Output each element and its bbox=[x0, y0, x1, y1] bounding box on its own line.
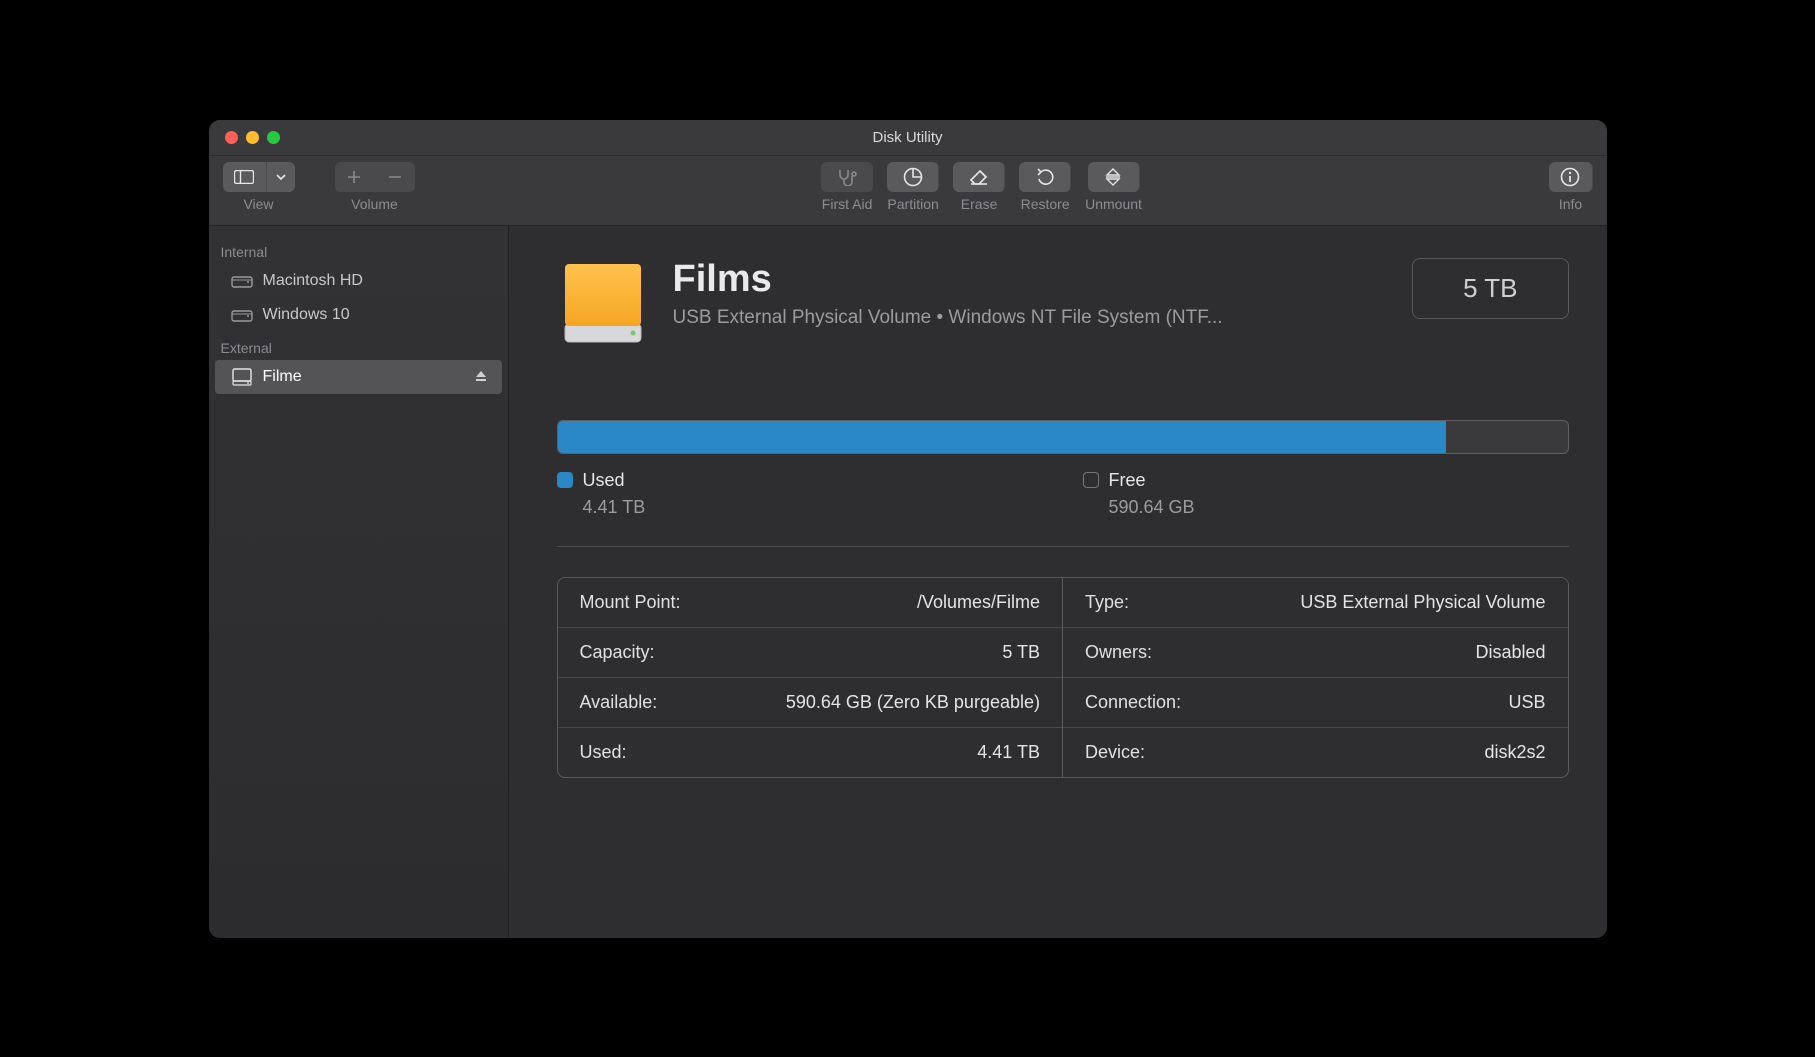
info-value: Disabled bbox=[1475, 642, 1545, 663]
harddrive-icon bbox=[231, 270, 253, 292]
sidebar-item-label: Filme bbox=[263, 368, 302, 386]
restore-label: Restore bbox=[1021, 196, 1070, 212]
sidebar-item-macintosh-hd[interactable]: Macintosh HD bbox=[209, 264, 508, 298]
partition-label: Partition bbox=[887, 196, 938, 212]
toolbar-view-group: View bbox=[223, 162, 295, 212]
unmount-button[interactable] bbox=[1088, 162, 1140, 192]
info-col-left: Mount Point: /Volumes/Filme Capacity: 5 TB A… bbox=[558, 578, 1064, 777]
plus-icon bbox=[347, 170, 361, 184]
info-row: Capacity: 5 TB bbox=[558, 628, 1063, 678]
restore-button[interactable] bbox=[1019, 162, 1071, 192]
partition-button[interactable] bbox=[887, 162, 939, 192]
toolbar-volume-label: Volume bbox=[351, 196, 398, 212]
window: Disk Utility View bbox=[208, 119, 1608, 939]
view-button[interactable] bbox=[223, 162, 295, 192]
erase-label: Erase bbox=[961, 196, 998, 212]
info-key: Device: bbox=[1085, 742, 1145, 763]
first-aid-label: First Aid bbox=[822, 196, 873, 212]
info-key: Available: bbox=[580, 692, 658, 713]
remove-volume-button[interactable] bbox=[375, 162, 415, 192]
usage-free-segment bbox=[1446, 421, 1567, 453]
unmount-icon bbox=[1104, 167, 1122, 187]
sidebar-section-external: External bbox=[209, 332, 508, 360]
sidebar-item-filme[interactable]: Filme bbox=[215, 360, 502, 394]
volume-subtitle: USB External Physical Volume • Windows N… bbox=[673, 307, 1223, 329]
unmount-label: Unmount bbox=[1085, 196, 1142, 212]
legend-used-value: 4.41 TB bbox=[583, 497, 1043, 518]
legend-free-value: 590.64 GB bbox=[1109, 497, 1569, 518]
info-value: USB External Physical Volume bbox=[1300, 592, 1545, 613]
info-row: Owners: Disabled bbox=[1063, 628, 1568, 678]
toolbar-view-label: View bbox=[243, 196, 273, 212]
titlebar: Disk Utility bbox=[209, 120, 1607, 156]
info-row: Connection: USB bbox=[1063, 678, 1568, 728]
info-row: Used: 4.41 TB bbox=[558, 728, 1063, 777]
usage-bar bbox=[557, 420, 1569, 454]
toolbar-volume-group: Volume bbox=[335, 162, 415, 212]
sidebar-item-label: Windows 10 bbox=[263, 306, 350, 324]
swatch-free bbox=[1083, 472, 1099, 488]
swatch-used bbox=[557, 472, 573, 488]
add-volume-button[interactable] bbox=[335, 162, 375, 192]
first-aid-button[interactable] bbox=[821, 162, 873, 192]
partition-icon bbox=[903, 167, 923, 187]
info-col-right: Type: USB External Physical Volume Owners:… bbox=[1063, 578, 1568, 777]
sidebar-section-internal: Internal bbox=[209, 236, 508, 264]
stethoscope-icon bbox=[836, 168, 858, 186]
info-label: Info bbox=[1559, 196, 1582, 212]
info-row: Mount Point: /Volumes/Filme bbox=[558, 578, 1063, 628]
toolbar-center: First Aid Partition Erase Restore bbox=[821, 162, 1142, 212]
info-key: Mount Point: bbox=[580, 592, 681, 613]
volume-title-block: Films USB External Physical Volume • Win… bbox=[673, 258, 1223, 329]
capacity-badge: 5 TB bbox=[1412, 258, 1568, 319]
info-icon bbox=[1560, 167, 1580, 187]
info-value: 590.64 GB (Zero KB purgeable) bbox=[786, 692, 1040, 713]
info-row: Available: 590.64 GB (Zero KB purgeable) bbox=[558, 678, 1063, 728]
erase-button[interactable] bbox=[953, 162, 1005, 192]
info-button[interactable] bbox=[1549, 162, 1593, 192]
info-row: Device: disk2s2 bbox=[1063, 728, 1568, 777]
sidebar: Internal Macintosh HD Windows 10 Externa… bbox=[209, 226, 509, 938]
main-panel: Films USB External Physical Volume • Win… bbox=[509, 226, 1607, 938]
info-key: Connection: bbox=[1085, 692, 1181, 713]
body: Internal Macintosh HD Windows 10 Externa… bbox=[209, 226, 1607, 938]
restore-icon bbox=[1035, 167, 1055, 187]
erase-icon bbox=[968, 168, 990, 186]
volume-icon bbox=[557, 258, 649, 350]
legend-free-label: Free bbox=[1109, 470, 1146, 491]
info-key: Used: bbox=[580, 742, 627, 763]
toolbar: View Volume First Aid bbox=[209, 156, 1607, 226]
info-table: Mount Point: /Volumes/Filme Capacity: 5 TB A… bbox=[557, 577, 1569, 778]
sidebar-item-windows-10[interactable]: Windows 10 bbox=[209, 298, 508, 332]
usage-used-segment bbox=[558, 421, 1447, 453]
volume-name: Films bbox=[673, 258, 1223, 301]
minus-icon bbox=[388, 170, 402, 184]
info-value: /Volumes/Filme bbox=[917, 592, 1040, 613]
chevron-down-icon[interactable] bbox=[267, 162, 295, 192]
info-value: USB bbox=[1508, 692, 1545, 713]
sidebar-item-label: Macintosh HD bbox=[263, 272, 363, 290]
external-drive-icon bbox=[231, 366, 253, 388]
info-value: 4.41 TB bbox=[977, 742, 1040, 763]
usage-legend: Used 4.41 TB Free 590.64 GB bbox=[557, 470, 1569, 518]
harddrive-icon bbox=[231, 304, 253, 326]
info-key: Capacity: bbox=[580, 642, 655, 663]
sidebar-toggle-icon[interactable] bbox=[223, 162, 267, 192]
legend-used-label: Used bbox=[583, 470, 625, 491]
eject-button[interactable] bbox=[474, 369, 490, 385]
divider bbox=[557, 546, 1569, 547]
info-row: Type: USB External Physical Volume bbox=[1063, 578, 1568, 628]
info-value: disk2s2 bbox=[1484, 742, 1545, 763]
window-title: Disk Utility bbox=[209, 129, 1607, 146]
volume-header: Films USB External Physical Volume • Win… bbox=[557, 258, 1569, 350]
info-key: Type: bbox=[1085, 592, 1129, 613]
info-value: 5 TB bbox=[1002, 642, 1040, 663]
info-key: Owners: bbox=[1085, 642, 1152, 663]
